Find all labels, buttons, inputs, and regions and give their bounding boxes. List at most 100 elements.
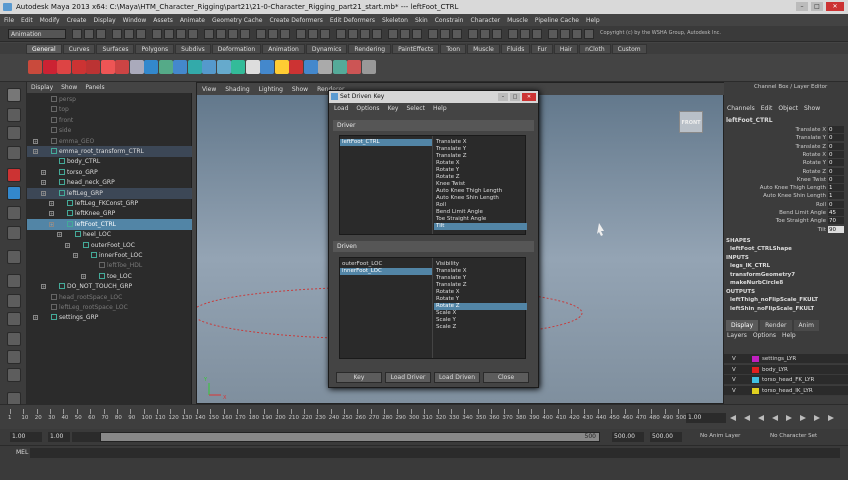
output-node[interactable]: leftThigh_noFlipScale_FKULT — [730, 297, 818, 303]
playback-button-icon[interactable] — [800, 415, 806, 421]
shelf-tab-deformation[interactable]: Deformation — [211, 44, 262, 54]
channel-menu-show[interactable]: Show — [804, 105, 820, 112]
layer-visibility-toggle[interactable]: V — [732, 386, 736, 396]
menu-edit[interactable]: Edit — [21, 17, 33, 24]
status-tool-icon[interactable] — [412, 29, 422, 39]
channel-row[interactable]: Bend Limit Angle 45 — [724, 209, 848, 217]
shelf-tab-general[interactable]: General — [26, 44, 62, 54]
shelf-tool-icon[interactable] — [260, 60, 274, 74]
list-item[interactable]: Rotate X — [434, 160, 527, 167]
timeline-ticks[interactable]: 1 10 20 30 40 50 60 70 80 90 100 110 120 130 140 150 160… — [8, 409, 687, 427]
character-set-selector[interactable]: No Character Set — [770, 433, 817, 439]
menu-modify[interactable]: Modify — [40, 17, 60, 24]
dialog-menu-help[interactable]: Help — [433, 105, 447, 112]
expand-icon[interactable]: + — [41, 284, 46, 290]
outliner-row[interactable]: + leftLeg_GRP — [27, 187, 192, 199]
status-tool-icon[interactable] — [228, 29, 238, 39]
channel-value-field[interactable]: 90 — [828, 225, 844, 233]
channel-value-field[interactable]: 45 — [828, 209, 844, 216]
viewport-menu-shading[interactable]: Shading — [225, 86, 249, 93]
status-tool-icon[interactable] — [176, 29, 186, 39]
close-button[interactable]: Close — [483, 372, 529, 383]
expand-icon[interactable]: + — [33, 149, 38, 154]
tool-icon[interactable] — [7, 294, 21, 308]
list-item[interactable]: leftFoot_CTRL — [340, 139, 432, 146]
outliner-row[interactable]: head_rootSpace_LOC — [27, 292, 192, 303]
channel-value-field[interactable]: 70 — [828, 217, 844, 225]
tool-icon[interactable] — [7, 168, 21, 182]
range-end-field[interactable]: 500.00 — [612, 432, 644, 442]
menu-create[interactable]: Create — [67, 17, 87, 24]
tool-icon[interactable] — [7, 146, 21, 160]
outliner-row[interactable]: leftToe_HDL — [27, 260, 192, 271]
status-tool-icon[interactable] — [348, 29, 358, 39]
channel-value-field[interactable]: 0 — [828, 167, 844, 175]
status-tool-icon[interactable] — [548, 29, 558, 39]
menu-file[interactable]: File — [4, 17, 14, 24]
shelf-tool-icon[interactable] — [86, 60, 100, 74]
mel-input[interactable] — [30, 448, 840, 458]
status-tool-icon[interactable] — [188, 29, 198, 39]
status-tool-icon[interactable] — [560, 29, 570, 39]
shelf-tool-icon[interactable] — [318, 60, 332, 74]
status-tool-icon[interactable] — [336, 29, 346, 39]
outliner-row[interactable]: + leftKnee_GRP — [27, 208, 192, 219]
range-start-field[interactable]: 1.00 — [10, 432, 42, 442]
tool-icon[interactable] — [7, 186, 21, 200]
shelf-tool-icon[interactable] — [158, 60, 173, 74]
outliner-row[interactable]: + outerFoot_LOC — [27, 240, 192, 251]
output-node[interactable]: leftShin_noFlipScale_FKULT — [730, 306, 814, 312]
list-item[interactable]: Scale Y — [434, 317, 527, 324]
tool-icon[interactable] — [7, 206, 21, 220]
status-tool-icon[interactable] — [112, 29, 122, 39]
menu-character[interactable]: Character — [471, 17, 501, 24]
channel-row[interactable]: Rotate X0 — [724, 150, 848, 159]
view-cube-front[interactable]: FRONT — [679, 111, 703, 133]
shelf-tab-fur[interactable]: Fur — [531, 44, 553, 54]
shelf-tool-icon[interactable] — [28, 60, 42, 74]
status-tool-icon[interactable] — [532, 29, 542, 39]
input-node[interactable]: transformGeometry7 — [730, 272, 795, 278]
outliner-row[interactable]: + emma_root_transform_CTRL — [27, 146, 192, 157]
driven-attribute-list[interactable]: Visibility Translate X Translate Y Translat… — [434, 258, 527, 358]
shelf-tool-icon[interactable] — [187, 60, 202, 74]
channel-menu-channels[interactable]: Channels — [727, 105, 755, 112]
status-tool-icon[interactable] — [96, 29, 106, 39]
list-item[interactable]: Auto Knee Shin Length — [434, 195, 527, 202]
channel-row[interactable]: Auto Knee Thigh Length 1 — [724, 184, 848, 192]
status-tool-icon[interactable] — [508, 29, 518, 39]
status-tool-icon[interactable] — [372, 29, 382, 39]
driver-object-list[interactable]: leftFoot_CTRL — [340, 136, 433, 234]
channel-value-field[interactable]: 0 — [828, 134, 844, 142]
shelf-tab-dynamics[interactable]: Dynamics — [305, 44, 348, 54]
shelf-tool-icon[interactable] — [173, 60, 187, 74]
shelf-tab-animation[interactable]: Animation — [262, 44, 305, 54]
layer-row[interactable]: Vsettings_LYR — [724, 354, 848, 364]
list-item[interactable]: Tilt — [434, 223, 527, 230]
shelf-tab-custom[interactable]: Custom — [611, 44, 647, 54]
expand-icon[interactable]: + — [49, 211, 54, 217]
shelf-tool-icon[interactable] — [202, 60, 216, 74]
layer-visibility-toggle[interactable]: V — [732, 375, 736, 385]
shelf-tool-icon[interactable] — [303, 60, 318, 74]
close-window-button[interactable]: ✕ — [826, 2, 844, 11]
tool-icon[interactable] — [7, 108, 21, 122]
dialog-minimize-button[interactable]: – — [498, 93, 508, 101]
list-item[interactable]: Rotate Z — [434, 174, 527, 181]
outliner-row[interactable]: side — [27, 125, 192, 136]
list-item[interactable]: Toe Straight Angle — [434, 216, 527, 223]
status-tool-icon[interactable] — [572, 29, 582, 39]
layer-color-swatch[interactable] — [752, 377, 759, 383]
channel-row[interactable]: Auto Knee Shin Length 1 — [724, 192, 848, 200]
expand-icon[interactable]: + — [65, 242, 70, 248]
playback-button-icon[interactable] — [730, 415, 736, 421]
channel-menu-object[interactable]: Object — [778, 105, 798, 112]
dialog-menu-options[interactable]: Options — [356, 105, 379, 112]
layer-color-swatch[interactable] — [752, 387, 759, 394]
channel-value-field[interactable]: 0 — [828, 150, 844, 158]
channel-row[interactable]: Translate X0 — [724, 126, 848, 134]
menu-skin[interactable]: Skin — [415, 17, 428, 24]
layer-row[interactable]: Vtorso_head_FK_LYR — [724, 375, 848, 385]
layer-color-swatch[interactable] — [752, 356, 759, 362]
status-tool-icon[interactable] — [320, 29, 330, 39]
